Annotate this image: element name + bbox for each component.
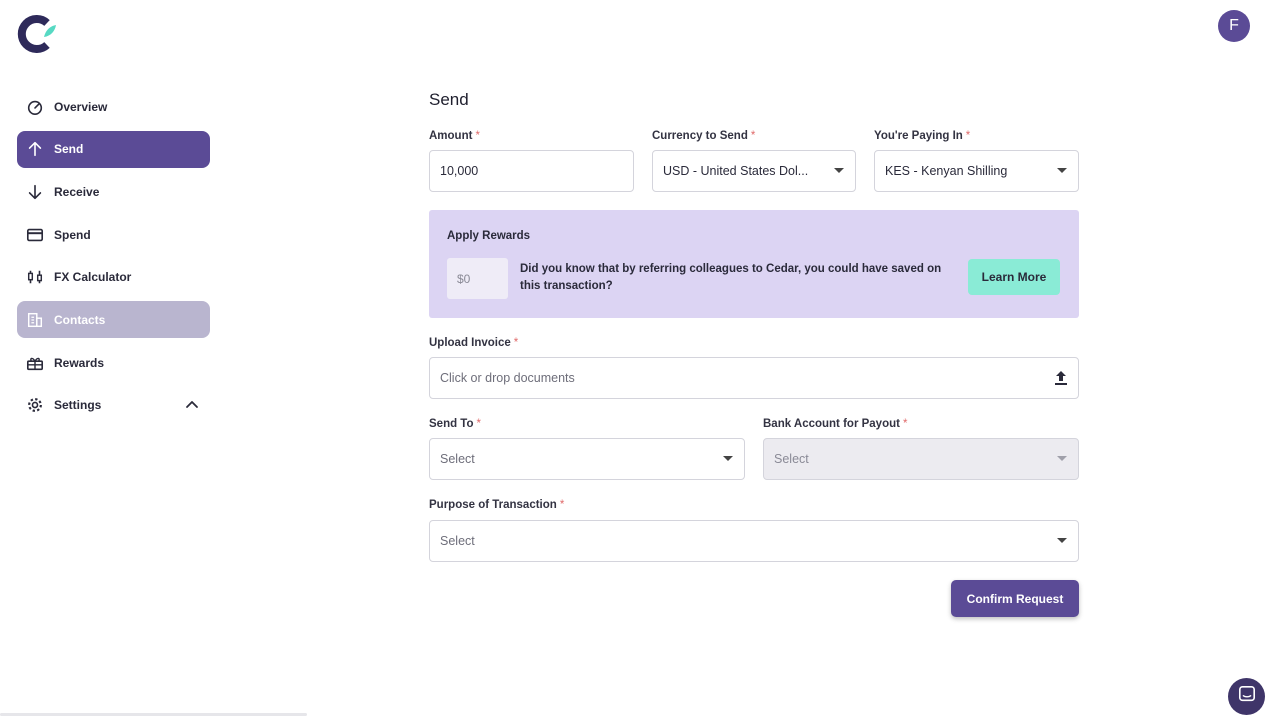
send-to-select[interactable]: Select [429, 438, 745, 480]
amount-label: Amount * [429, 130, 480, 142]
rewards-message: Did you know that by referring colleague… [520, 263, 942, 292]
arrow-down-icon [26, 183, 44, 201]
upload-invoice-label: Upload Invoice * [429, 337, 519, 349]
caret-down-icon [723, 456, 733, 461]
amount-input[interactable]: 10,000 [429, 150, 634, 192]
cedar-logo[interactable] [17, 15, 57, 53]
rewards-panel: Apply Rewards $0 Did you know that by re… [429, 210, 1079, 318]
sidebar-item-overview[interactable]: Overview [17, 88, 210, 125]
fx-calculator-icon [26, 268, 44, 286]
page-title: Send [429, 90, 469, 109]
gauge-icon [26, 98, 44, 116]
sidebar-item-send[interactable]: Send [17, 130, 210, 168]
upload-invoice-dropzone[interactable]: Click or drop documents [429, 357, 1079, 399]
sidebar-item-label: Receive [54, 184, 100, 199]
confirm-request-button[interactable]: Confirm Request [951, 580, 1079, 617]
arrow-up-icon [26, 140, 44, 158]
sidebar-item-rewards[interactable]: Rewards [17, 344, 210, 381]
sidebar-item-label: Settings [54, 398, 102, 413]
sidebar-item-receive[interactable]: Receive [17, 173, 210, 210]
purpose-select[interactable]: Select [429, 520, 1079, 562]
sidebar-item-label: Contacts [54, 312, 106, 327]
caret-down-icon [1057, 456, 1067, 461]
chat-launcher-button[interactable] [1228, 678, 1265, 715]
gear-icon [26, 396, 44, 414]
purpose-label: Purpose of Transaction * [429, 499, 565, 511]
chevron-up-icon[interactable] [184, 397, 200, 413]
caret-down-icon [1057, 538, 1067, 543]
paying-in-label: You're Paying In * [874, 130, 971, 142]
sidebar-item-settings[interactable]: Settings [17, 387, 210, 424]
caret-down-icon [834, 168, 844, 173]
sidebar-item-spend[interactable]: Spend [17, 216, 210, 253]
gift-icon [26, 354, 44, 372]
sidebar-item-label: Overview [54, 99, 108, 114]
building-icon [26, 311, 44, 329]
learn-more-button[interactable]: Learn More [968, 259, 1060, 295]
bank-account-label: Bank Account for Payout * [763, 418, 908, 430]
send-to-label: Send To * [429, 418, 481, 430]
chat-icon [1238, 685, 1256, 708]
bank-account-select[interactable]: Select [763, 438, 1079, 480]
sidebar-item-label: Send [54, 142, 84, 157]
upload-icon[interactable] [1053, 369, 1069, 387]
currency-send-label: Currency to Send * [652, 130, 756, 142]
sidebar-item-label: FX Calculator [54, 270, 132, 285]
sidebar-nav: Overview Send Receive Spend FX Calculato… [17, 88, 210, 430]
paying-in-select[interactable]: KES - Kenyan Shilling [874, 150, 1079, 192]
currency-send-select[interactable]: USD - United States Dol... [652, 150, 856, 192]
sidebar-item-label: Spend [54, 227, 91, 242]
credit-card-icon [26, 226, 44, 244]
sidebar-item-label: Rewards [54, 355, 105, 370]
user-avatar[interactable]: F [1218, 10, 1250, 42]
sidebar-item-contacts[interactable]: Contacts [17, 301, 210, 339]
rewards-amount-input[interactable]: $0 [447, 258, 508, 299]
caret-down-icon [1057, 168, 1067, 173]
rewards-title: Apply Rewards [447, 230, 531, 242]
sidebar-item-fx-calculator[interactable]: FX Calculator [17, 259, 210, 296]
